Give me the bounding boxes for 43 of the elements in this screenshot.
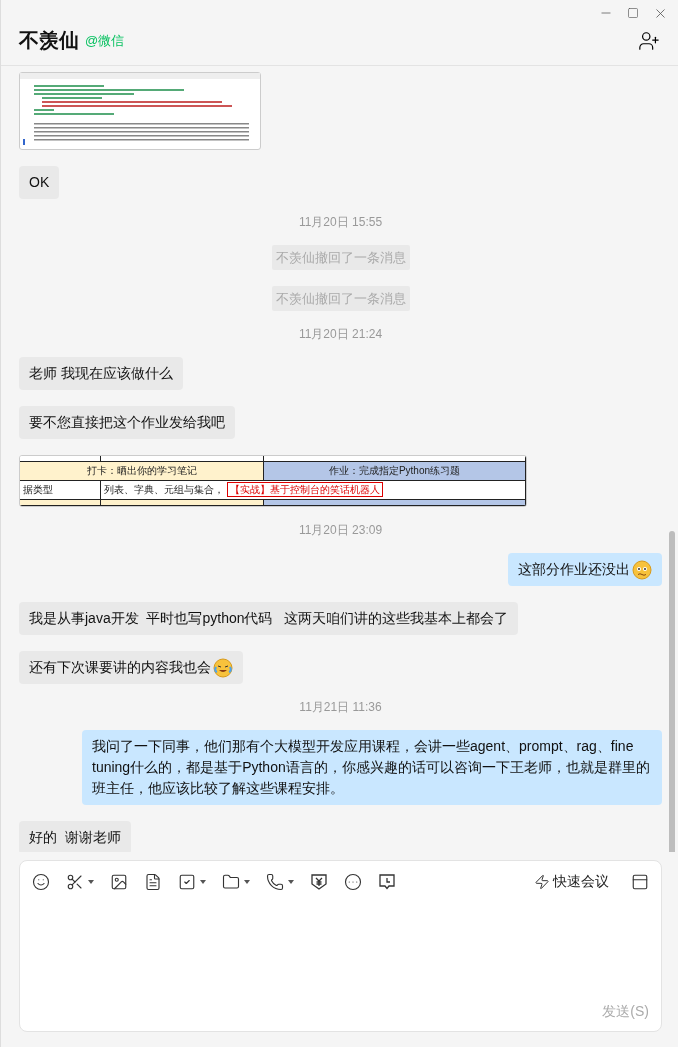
caret-icon[interactable] bbox=[244, 880, 250, 884]
message-text: 我是从事java开发 平时也写python代码 这两天咱们讲的这些我基本上都会了 bbox=[29, 609, 509, 628]
add-user-icon[interactable] bbox=[638, 30, 660, 52]
table-screenshot[interactable]: 打卡：晒出你的学习笔记 作业：完成指定Python练习题 据类型 列表、字典、元组与集合， 【实战】基于控制台的笑话机器人 bbox=[19, 455, 527, 507]
table-cell: 作业：完成指定Python练习题 bbox=[264, 462, 526, 481]
chat-title: 不羡仙 bbox=[19, 28, 79, 53]
timestamp: 11月20日 21:24 bbox=[297, 327, 384, 341]
more-icon[interactable] bbox=[344, 873, 362, 891]
emoji-icon bbox=[213, 657, 233, 678]
table-cell: 列表、字典、元组与集合， 【实战】基于控制台的笑话机器人 bbox=[101, 481, 526, 500]
clock-message-icon[interactable] bbox=[378, 873, 396, 891]
code-screenshot-thumbnail[interactable] bbox=[19, 72, 261, 150]
document-icon[interactable] bbox=[144, 873, 162, 891]
message-text: 要不您直接把这个作业发给我吧 bbox=[29, 413, 225, 432]
timestamp: 11月20日 15:55 bbox=[297, 215, 384, 229]
panel-icon[interactable] bbox=[631, 873, 649, 891]
checkbox-icon[interactable] bbox=[178, 873, 196, 891]
message-text: OK bbox=[29, 173, 50, 192]
yuan-shield-icon[interactable] bbox=[310, 873, 328, 891]
emoji-icon bbox=[632, 559, 652, 580]
highlighted-text: 【实战】基于控制台的笑话机器人 bbox=[226, 482, 383, 497]
message-text: 这部分作业还没出 bbox=[518, 560, 630, 579]
timestamp: 11月20日 23:09 bbox=[297, 523, 384, 537]
caret-icon[interactable] bbox=[288, 880, 294, 884]
message-text: 好的 谢谢老师 bbox=[29, 828, 121, 847]
table-cell: 打卡：晒出你的学习笔记 bbox=[20, 462, 264, 481]
message-text: 老师 我现在应该做什么 bbox=[29, 364, 173, 383]
image-icon[interactable] bbox=[110, 873, 128, 891]
lightning-icon bbox=[534, 874, 550, 890]
quick-meeting-button[interactable]: 快速会议 bbox=[534, 873, 609, 891]
account-tag: @微信 bbox=[85, 26, 125, 56]
caret-icon[interactable] bbox=[200, 880, 206, 884]
scrollbar[interactable] bbox=[669, 531, 675, 852]
phone-icon[interactable] bbox=[266, 873, 284, 891]
message-text: 还有下次课要讲的内容我也会 bbox=[29, 658, 211, 677]
table-cell: 据类型 bbox=[20, 481, 101, 500]
maximize-icon[interactable] bbox=[627, 7, 639, 19]
scissors-icon[interactable] bbox=[66, 873, 84, 891]
message-text: 我问了一下同事，他们那有个大模型开发应用课程，会讲一些agent、prompt、rag、fine tuning什么的，都是基于Python语言的，你感兴趣的话可以咨询一下王老师，也就是群里的班主任，他应该比较了解这些课程安排。 bbox=[92, 737, 651, 798]
caret-icon[interactable] bbox=[88, 880, 94, 884]
timestamp: 11月21日 11:36 bbox=[298, 700, 383, 714]
folder-icon[interactable] bbox=[222, 873, 240, 891]
emoji-icon[interactable] bbox=[32, 873, 50, 891]
